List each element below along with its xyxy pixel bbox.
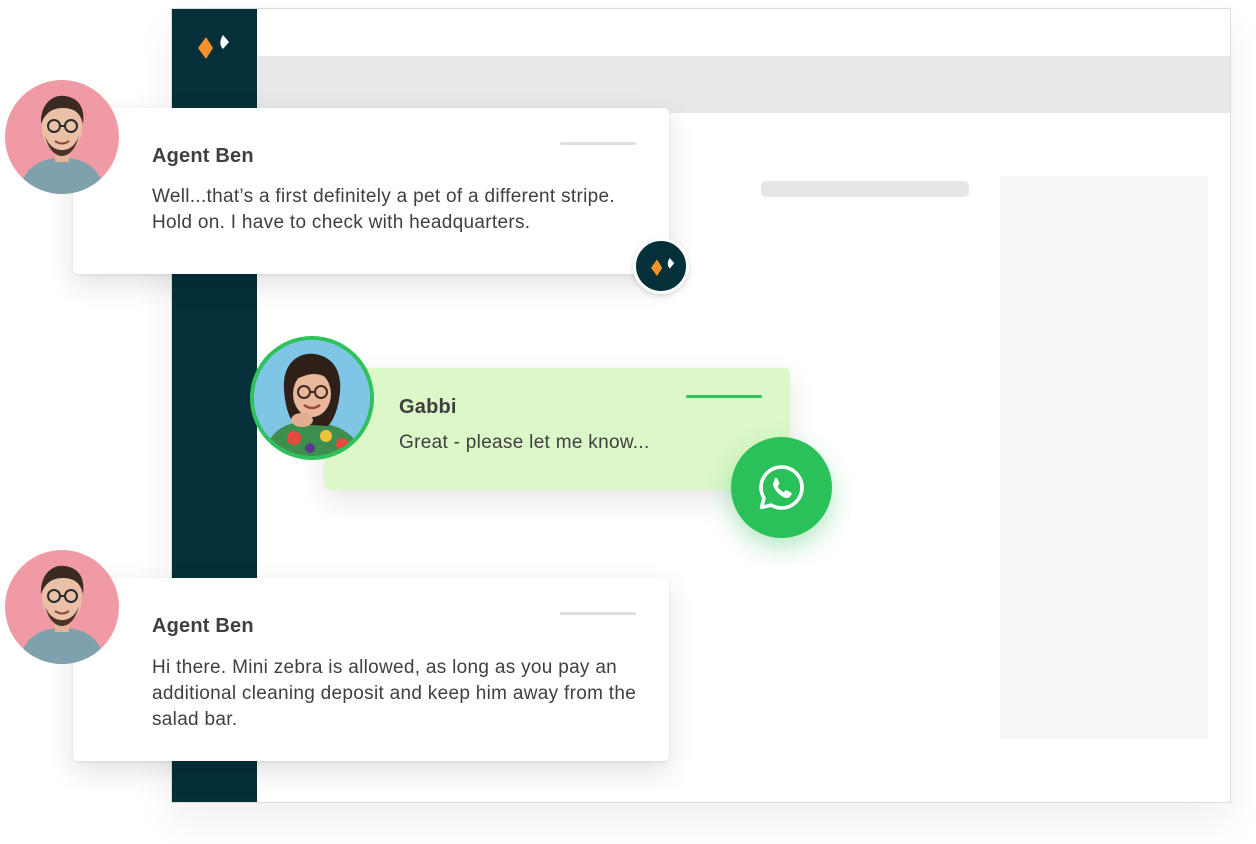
card-divider-line bbox=[560, 612, 636, 615]
sender-name: Gabbi bbox=[399, 396, 457, 418]
avatar-agent-ben bbox=[5, 80, 119, 194]
message-text: Hi there. Mini zebra is allowed, as long… bbox=[152, 657, 637, 730]
message-card-agent: Agent Ben Well...that’s a first definite… bbox=[73, 108, 669, 274]
app-topbar bbox=[257, 56, 1230, 113]
brand-logo-icon bbox=[651, 258, 675, 276]
card-divider-line bbox=[686, 395, 762, 398]
message-card-customer: Gabbi Great - please let me know... bbox=[324, 368, 790, 490]
whatsapp-icon bbox=[759, 465, 804, 510]
sender-name: Agent Ben bbox=[152, 615, 254, 637]
channel-badge-whatsapp bbox=[731, 437, 832, 538]
sender-name: Agent Ben bbox=[152, 145, 254, 167]
avatar-gabbi bbox=[250, 336, 374, 460]
placeholder-bar bbox=[761, 181, 969, 197]
details-panel bbox=[1000, 176, 1208, 739]
conversation-illustration: Agent Ben Well...that’s a first definite… bbox=[0, 0, 1256, 844]
channel-badge-brand bbox=[633, 238, 689, 294]
message-card-agent: Agent Ben Hi there. Mini zebra is allowe… bbox=[73, 578, 669, 761]
message-text: Great - please let me know... bbox=[399, 432, 650, 453]
brand-logo-icon[interactable] bbox=[194, 33, 234, 63]
message-text: Well...that’s a first definitely a pet o… bbox=[152, 186, 615, 233]
avatar-agent-ben bbox=[5, 550, 119, 664]
card-divider-line bbox=[560, 142, 636, 145]
